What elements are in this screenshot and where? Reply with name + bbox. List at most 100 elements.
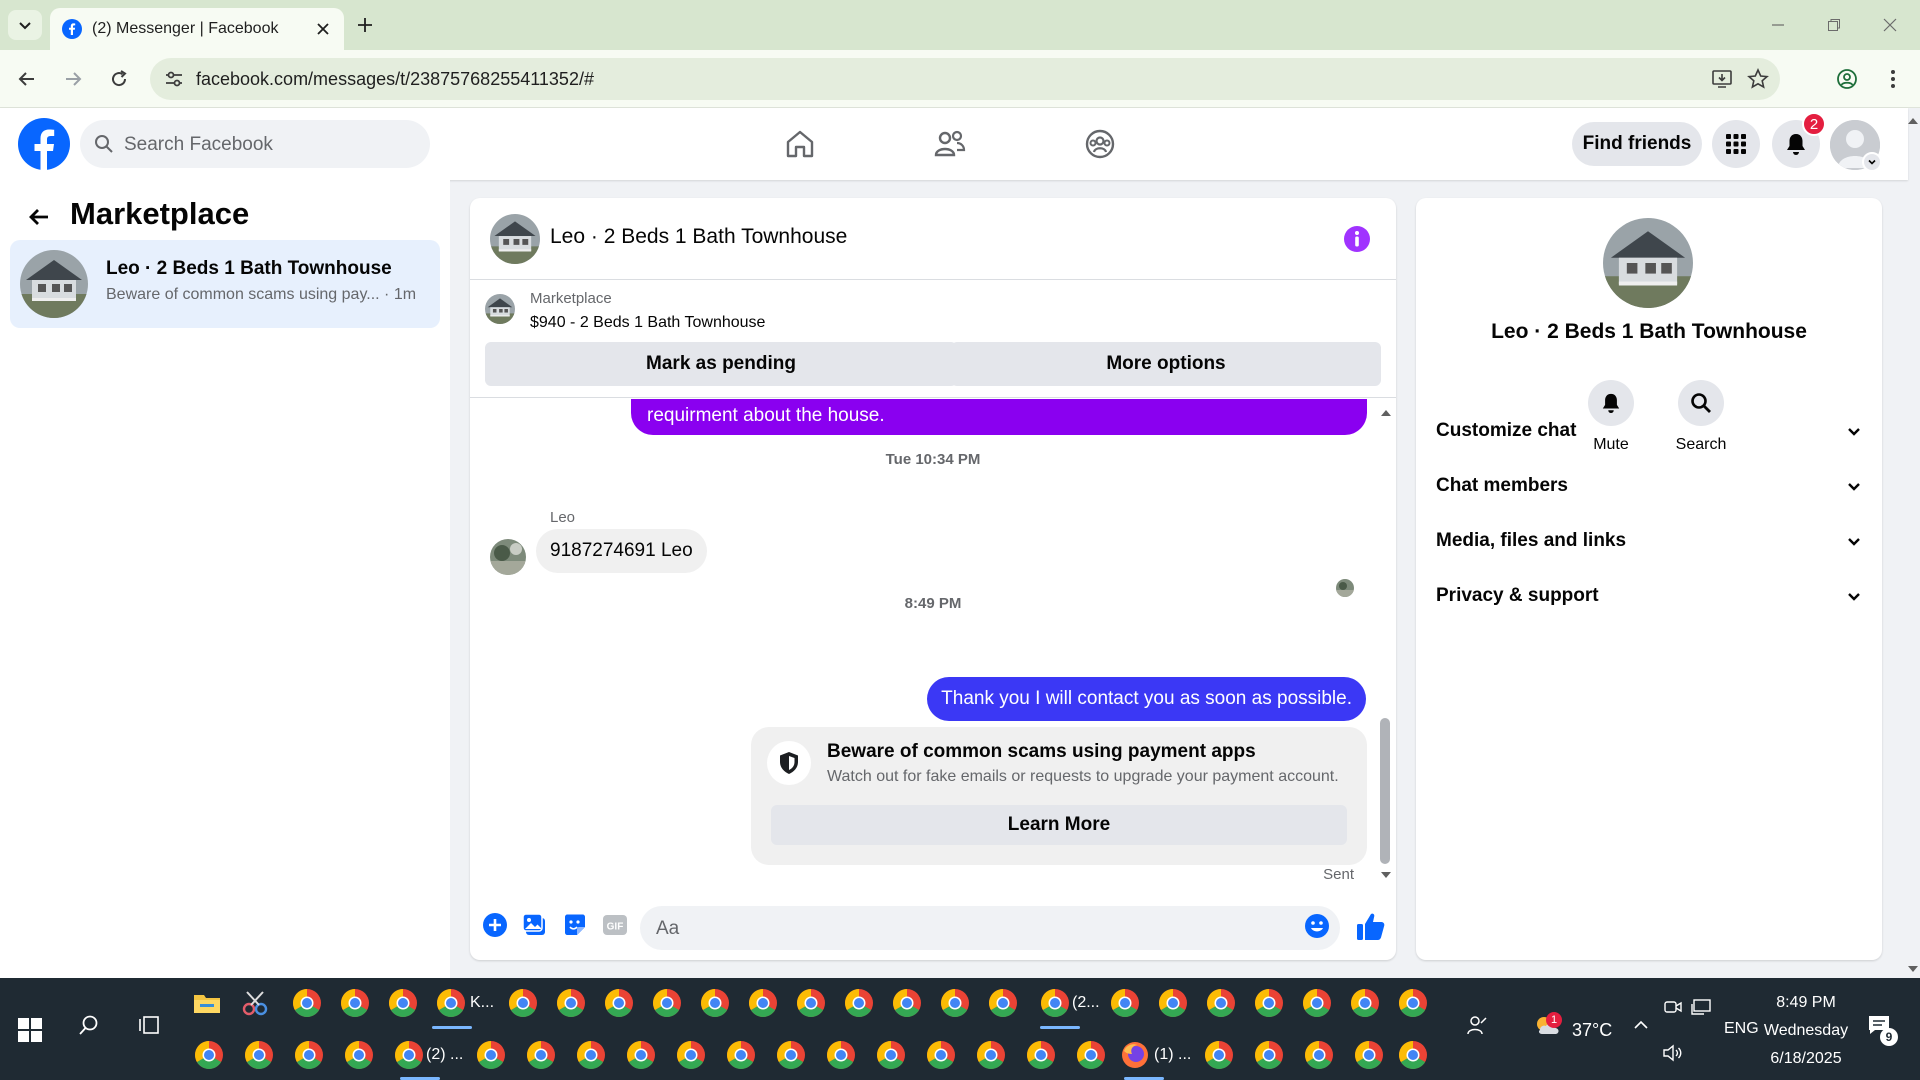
chrome-icon[interactable] — [1354, 1040, 1384, 1070]
file-explorer-icon[interactable] — [192, 988, 222, 1018]
listing-thumbnail[interactable] — [485, 294, 515, 324]
chrome-icon[interactable] — [340, 988, 370, 1018]
chrome-icon[interactable] — [1398, 1040, 1428, 1070]
chrome-icon[interactable] — [652, 988, 682, 1018]
task-view-button[interactable] — [132, 1008, 166, 1042]
chrome-icon[interactable] — [892, 988, 922, 1018]
chrome-icon[interactable] — [1076, 1040, 1106, 1070]
chrome-icon[interactable] — [940, 988, 970, 1018]
chrome-icon[interactable] — [394, 1040, 424, 1070]
customize-chat-section[interactable]: Customize chat — [1436, 411, 1862, 451]
conversation-item[interactable]: Leo · 2 Beds 1 Bath Townhouse Beware of … — [10, 240, 440, 328]
browser-tab-active[interactable]: (2) Messenger | Facebook — [50, 8, 344, 50]
snipping-tool-icon[interactable] — [240, 988, 270, 1018]
chrome-icon[interactable] — [988, 988, 1018, 1018]
nav-home[interactable] — [770, 120, 830, 168]
message-scrollbar-thumb[interactable] — [1380, 718, 1390, 864]
chrome-icon[interactable] — [926, 1040, 956, 1070]
nav-groups[interactable] — [1070, 120, 1130, 168]
forward-button[interactable] — [58, 64, 88, 94]
people-button[interactable] — [1460, 1008, 1494, 1042]
chrome-icon[interactable] — [1158, 988, 1188, 1018]
chrome-icon[interactable] — [1254, 988, 1284, 1018]
info-icon[interactable] — [1342, 224, 1372, 254]
page-scroll-down-arrow[interactable] — [1906, 962, 1920, 976]
chat-members-section[interactable]: Chat members — [1436, 466, 1862, 506]
emoji-icon[interactable] — [1304, 913, 1330, 939]
chrome-icon[interactable] — [700, 988, 730, 1018]
chrome-icon[interactable] — [526, 1040, 556, 1070]
more-options-button[interactable]: More options — [951, 342, 1381, 386]
sender-avatar[interactable] — [490, 539, 526, 575]
attach-photo-button[interactable] — [520, 910, 550, 940]
chrome-icon[interactable] — [576, 1040, 606, 1070]
network-icon[interactable] — [1684, 990, 1718, 1024]
facebook-logo-icon[interactable] — [18, 118, 70, 170]
chat-title[interactable]: Leo · 2 Beds 1 Bath Townhouse — [550, 225, 847, 249]
bookmark-star-button[interactable] — [1746, 67, 1770, 91]
gif-button[interactable]: GIF — [600, 910, 630, 940]
window-restore-button[interactable] — [1814, 12, 1854, 38]
profile-button[interactable] — [1832, 64, 1862, 94]
info-avatar[interactable] — [1603, 218, 1693, 308]
listing-price[interactable]: $940 - 2 Beds 1 Bath Townhouse — [530, 314, 765, 332]
chrome-icon[interactable] — [1302, 988, 1332, 1018]
mark-as-pending-button[interactable]: Mark as pending — [485, 342, 957, 386]
chat-avatar[interactable] — [490, 214, 540, 264]
scroll-up-arrow[interactable] — [1378, 406, 1394, 420]
back-button[interactable] — [12, 64, 42, 94]
install-app-button[interactable] — [1710, 67, 1734, 91]
weather-temperature[interactable]: 37°C — [1572, 1020, 1612, 1041]
volume-icon[interactable] — [1656, 1036, 1690, 1070]
chrome-icon[interactable] — [826, 1040, 856, 1070]
chrome-icon[interactable] — [1398, 988, 1428, 1018]
menu-button[interactable] — [1712, 120, 1760, 168]
chrome-icon[interactable] — [676, 1040, 706, 1070]
clock-time[interactable]: 8:49 PM — [1756, 994, 1856, 1012]
chrome-icon[interactable] — [876, 1040, 906, 1070]
page-scroll-up-arrow[interactable] — [1906, 114, 1920, 128]
new-tab-button[interactable] — [352, 12, 378, 38]
chrome-icon[interactable] — [1040, 988, 1070, 1018]
window-close-button[interactable] — [1870, 12, 1910, 38]
scroll-down-arrow[interactable] — [1378, 868, 1394, 882]
privacy-support-section[interactable]: Privacy & support — [1436, 576, 1862, 616]
tab-search-button[interactable] — [8, 10, 42, 40]
nav-friends[interactable] — [920, 120, 980, 168]
chrome-icon[interactable] — [976, 1040, 1006, 1070]
chrome-icon[interactable] — [626, 1040, 656, 1070]
chrome-icon[interactable] — [1204, 1040, 1234, 1070]
message-input[interactable]: Aa — [640, 906, 1340, 950]
taskbar-search-button[interactable] — [72, 1008, 106, 1042]
chrome-icon[interactable] — [1206, 988, 1236, 1018]
thumbs-up-icon[interactable] — [1354, 910, 1388, 944]
browser-menu-button[interactable] — [1878, 64, 1908, 94]
chrome-icon[interactable] — [796, 988, 826, 1018]
chrome-icon[interactable] — [776, 1040, 806, 1070]
find-friends-button[interactable]: Find friends — [1572, 122, 1702, 166]
learn-more-button[interactable]: Learn More — [771, 805, 1347, 845]
more-actions-button[interactable] — [480, 910, 510, 940]
chrome-icon[interactable] — [1254, 1040, 1284, 1070]
firefox-icon[interactable] — [1120, 1040, 1150, 1070]
chrome-icon[interactable] — [1304, 1040, 1334, 1070]
chrome-icon[interactable] — [194, 1040, 224, 1070]
chrome-icon[interactable] — [1350, 988, 1380, 1018]
chrome-icon[interactable] — [844, 988, 874, 1018]
chrome-icon[interactable] — [244, 1040, 274, 1070]
site-info-button[interactable] — [162, 67, 186, 91]
show-hidden-icons-button[interactable] — [1624, 1008, 1658, 1042]
media-files-links-section[interactable]: Media, files and links — [1436, 521, 1862, 561]
chrome-icon[interactable] — [344, 1040, 374, 1070]
chrome-icon[interactable] — [1110, 988, 1140, 1018]
chrome-icon[interactable] — [294, 1040, 324, 1070]
chrome-icon[interactable] — [726, 1040, 756, 1070]
windows-start-icon[interactable] — [18, 1018, 42, 1042]
account-caret[interactable] — [1862, 152, 1882, 172]
chrome-icon[interactable] — [1026, 1040, 1056, 1070]
chrome-icon[interactable] — [748, 988, 778, 1018]
facebook-search-input[interactable]: Search Facebook — [80, 120, 430, 168]
tab-close-button[interactable] — [310, 16, 336, 42]
chrome-icon[interactable] — [388, 988, 418, 1018]
chrome-icon[interactable] — [508, 988, 538, 1018]
